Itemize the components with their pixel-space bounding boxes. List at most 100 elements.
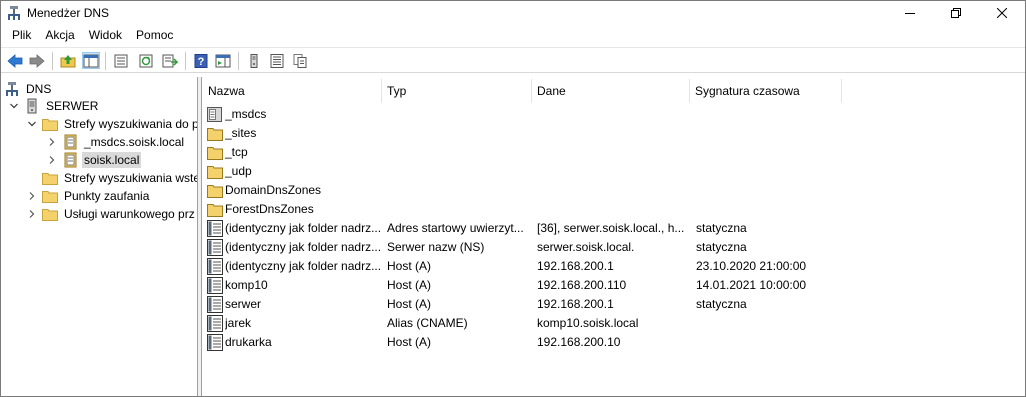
column-header-name[interactable]: Nazwa [203,79,382,103]
folder-icon [207,201,223,218]
folder-icon [207,144,223,161]
list-item[interactable]: _sites [203,124,1025,143]
export-list-button[interactable] [161,52,179,69]
cell-type [387,181,529,200]
dns-manager-app-icon [7,5,21,21]
list-item[interactable]: drukarka Host (A) 192.168.200.10 [203,333,1025,352]
zone-icon [62,152,78,168]
menu-akcja[interactable]: Akcja [38,25,81,45]
pane-splitter[interactable] [198,77,202,396]
list-item[interactable]: komp10 Host (A) 192.168.200.110 14.01.2021 … [203,276,1025,295]
folder-icon [42,206,58,222]
record-icon [207,258,223,275]
list-item[interactable]: DomainDnsZones [203,181,1025,200]
minimize-button[interactable] [887,1,933,25]
cell-timestamp: statyczna [696,297,747,311]
window-title: Menedżer DNS [27,6,110,20]
cell-data: serwer.soisk.local. [537,240,635,254]
cell-name: (identyczny jak folder nadrz... [225,240,380,254]
menu-plik[interactable]: Plik [5,25,38,45]
cell-name: ForestDnsZones [225,202,314,216]
column-header-type[interactable]: Typ [382,79,532,103]
minimize-icon [905,13,915,14]
list-item[interactable]: ForestDnsZones [203,200,1025,219]
cell-timestamp [696,181,841,200]
tree-item-zone-soisk-local[interactable]: soisk.local [46,151,142,169]
tree-item-forward-lookup-zones[interactable]: Strefy wyszukiwania do p [26,115,198,133]
help-button[interactable]: ? [192,52,210,69]
tree-item-label: Strefy wyszukiwania do p [64,117,198,131]
list-item[interactable]: (identyczny jak folder nadrz... Serwer na… [203,238,1025,257]
tree-item-label: SERWER [46,99,99,113]
cell-data [537,143,687,162]
properties-button[interactable] [112,52,130,69]
refresh-button[interactable] [137,52,155,69]
cell-data [537,124,687,143]
dns-manager-window: Menedżer DNS Plik Akcja Widok Pomoc ? DN… [0,0,1026,397]
cell-timestamp [696,200,841,219]
chevron-right-icon[interactable] [26,190,38,202]
cell-name: drukarka [225,335,272,349]
zone-list-button[interactable] [268,52,286,69]
show-console-tree-button[interactable] [82,52,100,69]
up-one-level-button[interactable] [59,52,77,69]
folder-icon [207,163,223,180]
menu-widok[interactable]: Widok [82,25,129,45]
cell-name: komp10 [225,278,268,292]
folder-icon [42,188,58,204]
cell-name: _udp [225,164,252,178]
cell-type [387,143,529,162]
tree-item-dns[interactable]: DNS [4,80,53,98]
zone-list-icon [270,53,284,68]
list-item[interactable]: _msdcs [203,105,1025,124]
dns-icon [4,81,20,97]
chevron-right-icon[interactable] [26,208,38,220]
cell-data: 192.168.200.1 [537,297,614,311]
cell-data: 192.168.200.110 [537,278,627,292]
chevron-right-icon[interactable] [46,136,58,148]
tree-item-reverse-lookup-zones[interactable]: Strefy wyszukiwania wste [42,169,197,187]
chevron-right-icon[interactable] [46,154,58,166]
show-console-tree-icon [83,54,99,67]
cell-type: Host (A) [387,297,432,311]
records-list: Nazwa Typ Dane Sygnatura czasowa _msdcs _… [203,77,1025,396]
list-item[interactable]: serwer Host (A) 192.168.200.1 statyczna [203,295,1025,314]
help-icon: ? [194,53,208,68]
copy-icon [293,53,307,68]
forward-arrow-icon [29,53,45,68]
cell-timestamp: 23.10.2020 21:00:00 [696,259,807,273]
toolbar-separator [105,52,106,70]
column-header-data[interactable]: Dane [532,79,690,103]
back-button[interactable] [6,52,24,69]
column-header-timestamp[interactable]: Sygnatura czasowa [690,79,842,103]
chevron-down-icon[interactable] [8,100,20,112]
list-item[interactable]: jarek Alias (CNAME) komp10.soisk.local [203,314,1025,333]
chevron-down-icon[interactable] [26,118,38,130]
menu-bar: Plik Akcja Widok Pomoc [1,25,1025,45]
close-button[interactable] [979,1,1025,25]
close-icon [997,8,1007,18]
toolbar-separator [238,52,239,70]
tree-item-label: Usługi warunkowego prz [64,207,195,221]
cell-timestamp: statyczna [696,221,747,235]
folder-icon [42,170,58,186]
restore-button[interactable] [933,1,979,25]
list-item[interactable]: (identyczny jak folder nadrz... Host (A) 1… [203,257,1025,276]
tree-item-zone-msdcs[interactable]: _msdcs.soisk.local [46,133,186,151]
tree-item-server[interactable]: SERWER [8,97,100,115]
copy-button[interactable] [291,52,309,69]
record-icon [207,296,223,313]
list-item[interactable]: _tcp [203,143,1025,162]
list-item[interactable]: _udp [203,162,1025,181]
tree-item-trust-points[interactable]: Punkty zaufania [26,187,151,205]
show-action-pane-button[interactable] [214,52,232,69]
tree-item-conditional-forwarders[interactable]: Usługi warunkowego prz [26,205,197,223]
list-item[interactable]: (identyczny jak folder nadrz... Adres sta… [203,219,1025,238]
forward-button[interactable] [28,52,46,69]
action-pane-icon [215,54,231,67]
folder-icon [42,116,58,132]
cell-type: Serwer nazw (NS) [387,240,485,254]
cell-timestamp [696,143,841,162]
server-button[interactable] [245,52,263,69]
menu-pomoc[interactable]: Pomoc [129,25,180,45]
